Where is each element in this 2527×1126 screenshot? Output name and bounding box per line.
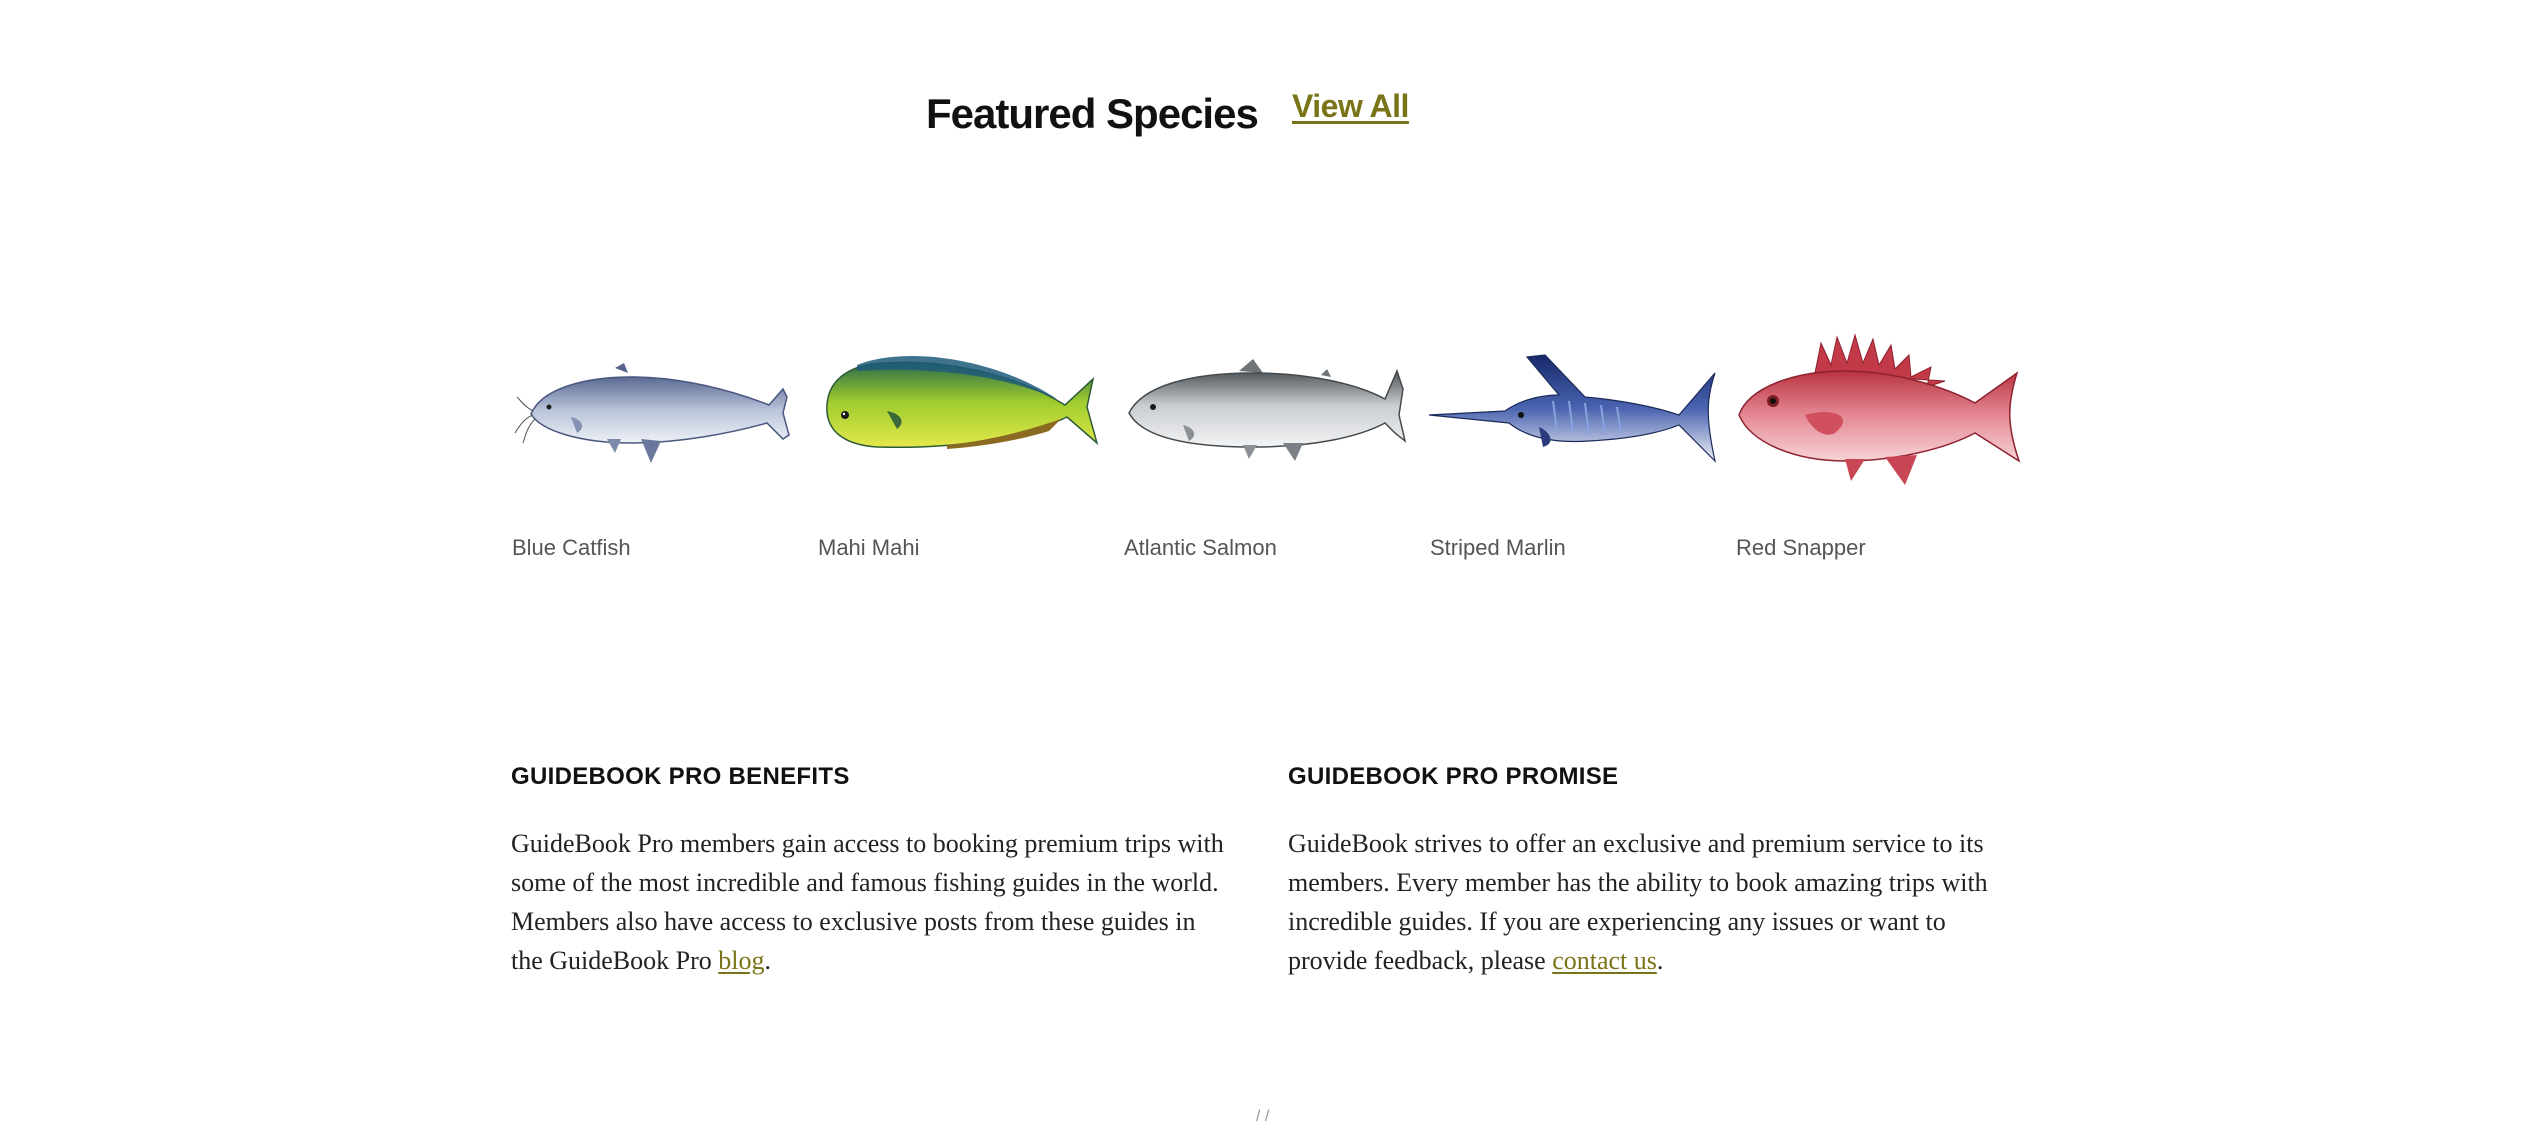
species-name: Striped Marlin bbox=[1430, 535, 1566, 560]
section-title: Featured Species bbox=[926, 90, 1259, 137]
species-card-red-snapper[interactable]: Red Snapper bbox=[1735, 315, 2025, 575]
species-name: Red Snapper bbox=[1736, 535, 1866, 560]
benefits-text-end: . bbox=[764, 946, 772, 975]
benefits-text-main: GuideBook Pro members gain access to boo… bbox=[511, 829, 1224, 975]
mahi-mahi-illustration bbox=[826, 355, 1099, 449]
blue-catfish-illustration bbox=[514, 363, 790, 463]
benefits-text: GuideBook Pro members gain access to boo… bbox=[511, 824, 1231, 980]
species-gallery: Blue Catfish Mahi Mahi Atlantic Salmon S… bbox=[511, 315, 2031, 575]
benefits-section: GUIDEBOOK PRO BENEFITS GuideBook Pro mem… bbox=[511, 760, 1231, 980]
contact-us-link[interactable]: contact us bbox=[1552, 946, 1657, 975]
species-card-striped-marlin[interactable]: Striped Marlin bbox=[1429, 315, 1719, 575]
species-card-mahi-mahi[interactable]: Mahi Mahi bbox=[817, 315, 1107, 575]
species-name: Atlantic Salmon bbox=[1124, 535, 1277, 560]
promise-text: GuideBook strives to offer an exclusive … bbox=[1288, 824, 2008, 980]
blog-link[interactable]: blog bbox=[718, 946, 764, 975]
striped-marlin-illustration bbox=[1429, 354, 1717, 463]
species-card-atlantic-salmon[interactable]: Atlantic Salmon bbox=[1123, 315, 1413, 575]
featured-species-header: Featured Species View All bbox=[0, 84, 2527, 144]
promise-text-end: . bbox=[1656, 946, 1664, 975]
promise-heading: GUIDEBOOK PRO PROMISE bbox=[1288, 763, 1619, 790]
red-snapper-illustration bbox=[1738, 333, 2021, 485]
atlantic-salmon-illustration bbox=[1128, 359, 1407, 461]
footer-mark: / / bbox=[1256, 1108, 1270, 1125]
species-name: Mahi Mahi bbox=[818, 535, 920, 560]
benefits-heading: GUIDEBOOK PRO BENEFITS bbox=[511, 763, 850, 790]
species-card-blue-catfish[interactable]: Blue Catfish bbox=[511, 315, 801, 575]
species-name: Blue Catfish bbox=[512, 535, 631, 560]
promise-section: GUIDEBOOK PRO PROMISE GuideBook strives … bbox=[1288, 760, 2008, 980]
view-all-link[interactable]: View All bbox=[1292, 84, 1409, 128]
